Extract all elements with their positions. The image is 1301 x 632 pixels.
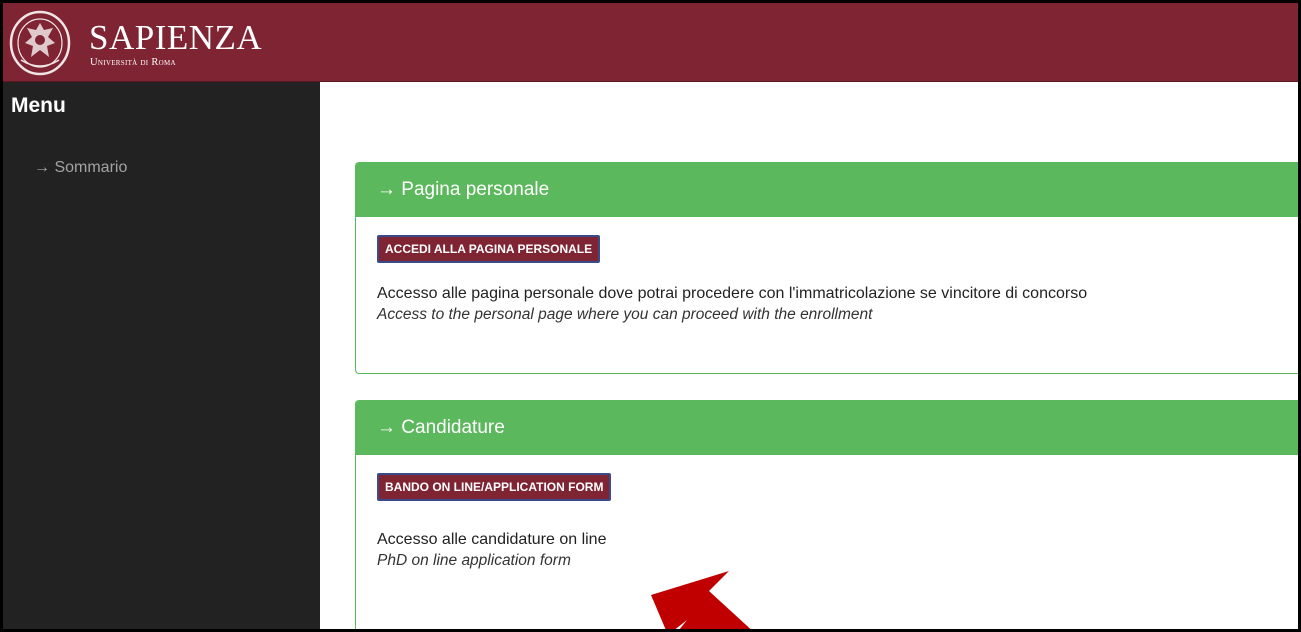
panel-heading: → Candidature xyxy=(356,401,1298,455)
panel-description-it: Accesso alle pagina personale dove potra… xyxy=(377,285,1088,302)
panel-body: ACCEDI ALLA PAGINA PERSONALE Accesso all… xyxy=(356,217,1298,325)
panel-description-en: PhD on line application form xyxy=(377,552,571,569)
accedi-pagina-personale-button[interactable]: ACCEDI ALLA PAGINA PERSONALE xyxy=(377,235,601,263)
bando-online-button[interactable]: BANDO ON LINE/APPLICATION FORM xyxy=(377,473,612,501)
panel-body: BANDO ON LINE/APPLICATION FORM Accesso a… xyxy=(356,455,1298,571)
panel-heading: → Pagina personale xyxy=(356,163,1298,217)
panel-candidature: → Candidature BANDO ON LINE/APPLICATION … xyxy=(355,400,1298,629)
panel-description-en: Access to the personal page where you ca… xyxy=(377,306,873,323)
main-content: → Pagina personale ACCEDI ALLA PAGINA PE… xyxy=(320,82,1298,629)
sidebar: Menu → Sommario xyxy=(3,82,320,629)
app-window: SAPIENZA Università di Roma Menu → Somma… xyxy=(0,0,1301,632)
panel-pagina-personale: → Pagina personale ACCEDI ALLA PAGINA PE… xyxy=(355,162,1298,374)
sidebar-item-sommario[interactable]: → Sommario xyxy=(34,159,127,177)
menu-title: Menu xyxy=(11,94,66,117)
brand-subtitle: Università di Roma xyxy=(90,57,176,68)
panel-description-it: Accesso alle candidature on line xyxy=(377,531,607,548)
university-seal-icon xyxy=(9,10,71,76)
brand-name[interactable]: SAPIENZA xyxy=(89,19,262,57)
top-header: SAPIENZA Università di Roma xyxy=(3,3,1298,82)
